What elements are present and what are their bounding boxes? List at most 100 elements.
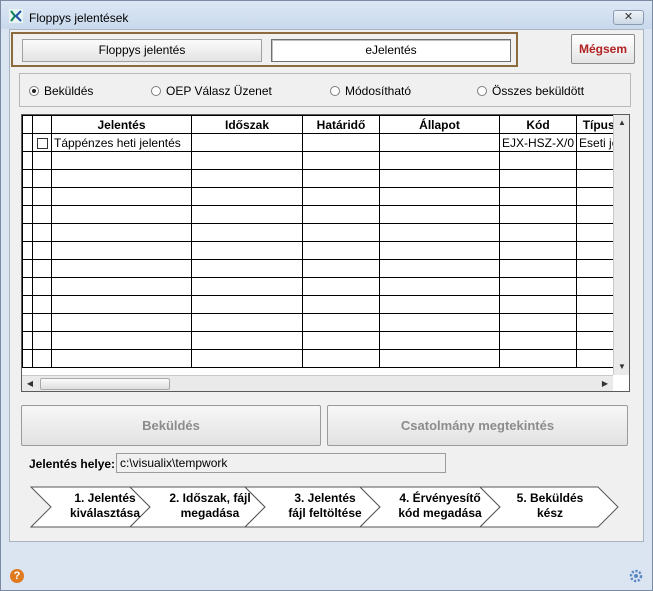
step-line: kód megadása [398, 506, 482, 520]
gear-icon[interactable] [628, 568, 644, 584]
empty-cell [22, 169, 33, 188]
report-location-label: Jelentés helye: [29, 457, 116, 471]
scroll-left-icon[interactable]: ◀ [22, 376, 38, 391]
empty-cell [22, 295, 33, 314]
table-row[interactable]: Táppénzes heti jelentés EJX-HSZ-X/0 Eset… [22, 133, 622, 152]
empty-cell [498, 313, 578, 332]
help-icon[interactable]: ? [10, 569, 24, 583]
empty-cell [51, 349, 192, 368]
wizard-steps: 1. Jelentés kiválasztása 2. Időszak, fáj… [30, 486, 620, 528]
submit-button[interactable]: Beküldés [21, 405, 321, 446]
table-horizontal-scrollbar[interactable]: ◀ ▶ [22, 375, 613, 391]
radio-unchecked-icon [330, 86, 340, 96]
radio-unchecked-icon [151, 86, 161, 96]
table-row [22, 151, 622, 170]
empty-cell [51, 295, 192, 314]
scroll-down-icon[interactable]: ▼ [614, 359, 629, 375]
table-row [22, 331, 622, 350]
empty-cell [379, 331, 500, 350]
app-window: Floppys jelentések ✕ Floppys jelentés eJ… [0, 0, 653, 591]
radio-bekuldes[interactable]: Beküldés [29, 84, 93, 98]
window-title: Floppys jelentések [29, 11, 129, 25]
step-line: kész [536, 506, 564, 520]
empty-cell [22, 277, 33, 296]
empty-cell [32, 169, 52, 188]
row-indicator-header [22, 115, 33, 134]
column-header-idoszak[interactable]: Időszak [191, 115, 303, 134]
app-logo-icon [9, 9, 23, 23]
radio-checked-icon [29, 86, 39, 96]
empty-cell [302, 259, 380, 278]
row-checkbox[interactable] [36, 137, 48, 149]
empty-cell [51, 169, 192, 188]
empty-cell [498, 205, 578, 224]
table-row [22, 205, 622, 224]
wizard-step-1: 1. Jelentés kiválasztása [60, 491, 150, 521]
column-header-jelentes[interactable]: Jelentés [51, 115, 192, 134]
empty-cell [32, 331, 52, 350]
step-line: 5. Beküldés [516, 491, 584, 505]
empty-cell [379, 241, 500, 260]
table-row [22, 313, 622, 332]
wizard-step-4: 4. Érvényesítő kód megadása [385, 491, 495, 521]
column-header-kod[interactable]: Kód [498, 115, 578, 134]
empty-cell [379, 205, 500, 224]
empty-cell [22, 313, 33, 332]
scroll-right-icon[interactable]: ▶ [597, 376, 613, 391]
empty-cell [51, 187, 192, 206]
table-vertical-scrollbar[interactable]: ▲ ▼ [613, 115, 629, 375]
report-location-field[interactable]: c:\visualix\tempwork [116, 453, 446, 473]
empty-cell [498, 259, 578, 278]
empty-cell [32, 205, 52, 224]
empty-cell [379, 295, 500, 314]
step-line: megadása [180, 506, 240, 520]
view-attachment-button[interactable]: Csatolmány megtekintés [327, 405, 628, 446]
report-type-tabs: Floppys jelentés eJelentés [11, 32, 518, 67]
column-header-allapot[interactable]: Állapot [379, 115, 500, 134]
empty-cell [51, 241, 192, 260]
empty-cell [498, 349, 578, 368]
empty-cell [22, 331, 33, 350]
empty-cell [51, 331, 192, 350]
radio-oep-valasz[interactable]: OEP Válasz Üzenet [151, 84, 272, 98]
cancel-button[interactable]: Mégsem [571, 34, 635, 64]
empty-cell [379, 349, 500, 368]
empty-cell [498, 277, 578, 296]
scroll-up-icon[interactable]: ▲ [614, 115, 629, 131]
table-row [22, 169, 622, 188]
radio-modosithato[interactable]: Módosítható [330, 84, 411, 98]
close-icon: ✕ [623, 11, 634, 23]
table-row [22, 277, 622, 296]
radio-label: OEP Válasz Üzenet [166, 84, 272, 98]
table-row [22, 241, 622, 260]
empty-cell [302, 331, 380, 350]
empty-cell [22, 259, 33, 278]
radio-osszes-bekuldott[interactable]: Összes beküldött [477, 84, 584, 98]
empty-cell [302, 187, 380, 206]
column-header-hatarido[interactable]: Határidő [302, 115, 380, 134]
empty-cell [191, 313, 303, 332]
empty-cell [32, 295, 52, 314]
close-button[interactable]: ✕ [613, 10, 644, 25]
empty-cell [191, 151, 303, 170]
empty-cell [379, 277, 500, 296]
horizontal-scroll-thumb[interactable] [40, 378, 170, 390]
empty-cell [32, 259, 52, 278]
tab-ejelentes[interactable]: eJelentés [271, 39, 511, 62]
empty-cell [498, 223, 578, 242]
empty-cell [302, 295, 380, 314]
empty-cell [32, 241, 52, 260]
empty-cell [379, 169, 500, 188]
tab-floppy-report[interactable]: Floppys jelentés [22, 39, 262, 62]
main-panel: Floppys jelentés eJelentés Mégsem Beküld… [9, 29, 644, 542]
row-checkbox-cell[interactable] [32, 133, 52, 152]
step-line: 4. Érvényesítő [399, 491, 481, 505]
empty-cell [302, 277, 380, 296]
empty-cell [22, 349, 33, 368]
step-line: 1. Jelentés [74, 491, 136, 505]
table-row [22, 349, 622, 368]
radio-label: Összes beküldött [492, 84, 585, 98]
cell-idoszak [191, 133, 303, 152]
cell-hatarido [302, 133, 380, 152]
radio-label: Módosítható [345, 84, 412, 98]
